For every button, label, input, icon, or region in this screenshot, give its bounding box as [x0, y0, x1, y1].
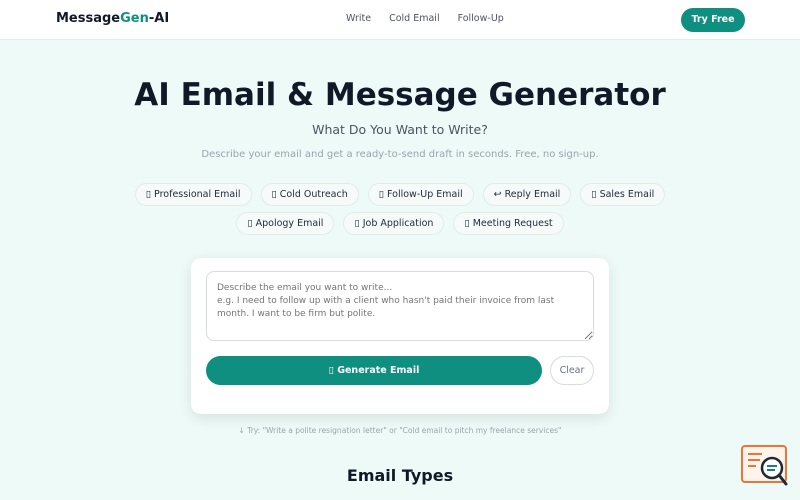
composer-card: ▯ Generate Email Clear	[191, 258, 609, 414]
main-nav: Write Cold Email Follow-Up	[346, 13, 504, 24]
chip-apology-email[interactable]: ▯ Apology Email	[236, 212, 335, 235]
reply-arrow-icon: ↩	[493, 189, 502, 200]
chip-reply-email[interactable]: ↩ Reply Email	[482, 183, 572, 206]
chip-icon: ▯	[271, 189, 277, 200]
page-subtitle: What Do You Want to Write?	[312, 122, 488, 137]
chip-sales-email[interactable]: ▯ Sales Email	[580, 183, 666, 206]
clear-button[interactable]: Clear	[550, 356, 594, 385]
nav-link-cold-email[interactable]: Cold Email	[389, 13, 440, 24]
page-title: AI Email & Message Generator	[134, 77, 666, 113]
chip-label: Job Application	[362, 218, 434, 229]
chip-follow-up-email[interactable]: ▯ Follow-Up Email	[367, 183, 474, 206]
nav-link-follow-up[interactable]: Follow-Up	[458, 13, 504, 24]
chip-label: Professional Email	[154, 189, 241, 200]
chip-label: Follow-Up Email	[387, 189, 463, 200]
try-free-button[interactable]: Try Free	[681, 8, 745, 32]
email-type-chips-row-1: ▯ Professional Email ▯ Cold Outreach ▯ F…	[0, 183, 800, 206]
nav-link-write[interactable]: Write	[346, 13, 371, 24]
logo-accent-text: Gen	[120, 11, 149, 26]
email-type-chips-row-2: ▯ Apology Email ▯ Job Application ▯ Meet…	[0, 212, 800, 235]
section-title-email-types: Email Types	[346, 466, 454, 485]
chip-label: Meeting Request	[472, 218, 553, 229]
chip-icon: ▯	[591, 189, 597, 200]
logo-text: Message	[56, 11, 121, 26]
page-description: Describe your email and get a ready-to-s…	[201, 149, 599, 160]
chip-icon: ▯	[464, 218, 470, 229]
chip-icon: ▯	[145, 189, 151, 200]
logo-suffix-text: -AI	[148, 11, 170, 26]
chip-icon: ▯	[247, 218, 253, 229]
generate-label: Generate Email	[337, 365, 420, 376]
chip-label: Cold Outreach	[279, 189, 348, 200]
example-hint: ↓ Try: "Write a polite resignation lette…	[238, 426, 562, 435]
chip-cold-outreach[interactable]: ▯ Cold Outreach	[260, 183, 359, 206]
top-navbar: MessageGen-AI Write Cold Email Follow-Up…	[0, 0, 800, 40]
chip-job-application[interactable]: ▯ Job Application	[343, 212, 445, 235]
chip-label: Reply Email	[504, 189, 561, 200]
chip-icon: ▯	[378, 189, 384, 200]
logo[interactable]: MessageGen-AI	[56, 11, 169, 26]
generate-email-button[interactable]: ▯ Generate Email	[206, 356, 542, 385]
chat-search-widget-icon[interactable]	[740, 444, 790, 488]
email-description-input[interactable]	[206, 271, 594, 341]
chip-meeting-request[interactable]: ▯ Meeting Request	[453, 212, 564, 235]
chip-label: Sales Email	[599, 189, 655, 200]
chip-icon: ▯	[354, 218, 360, 229]
chip-label: Apology Email	[255, 218, 324, 229]
sparkle-icon: ▯	[328, 365, 334, 376]
chip-professional-email[interactable]: ▯ Professional Email	[134, 183, 252, 206]
